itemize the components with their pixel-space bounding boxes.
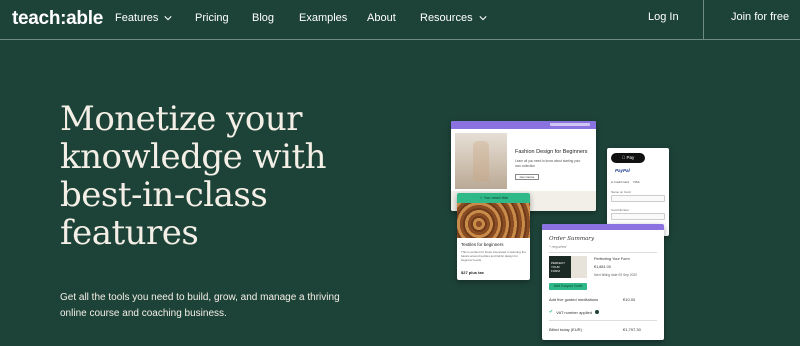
apple-pay-button[interactable]:  Pay <box>611 153 645 163</box>
billed-label: Billed today (EUR) <box>549 327 582 332</box>
fabric-rolls-image <box>457 203 530 238</box>
vat-row: ✔ VAT number applied <box>549 309 600 315</box>
banner-label: You need this <box>483 195 508 200</box>
nav-item-label: Examples <box>299 12 348 24</box>
apple-icon:  <box>622 155 625 160</box>
thumbnail-text: PERFECT YOUR FORM <box>549 256 571 278</box>
nav-item-blog[interactable]: Blog <box>252 12 274 24</box>
login-link[interactable]: Log In <box>648 11 679 23</box>
order-summary-title: Order Summary <box>549 236 595 242</box>
hero-subtitle-line: online course and coaching business. <box>60 308 227 319</box>
order-item-name: Perfecting Your Form <box>594 257 630 261</box>
name-on-card-field[interactable] <box>611 195 665 202</box>
card-brands: VISA <box>632 180 640 184</box>
nav-item-label: Blog <box>252 12 275 24</box>
top-nav: teach:able Features Pricing Blog Example… <box>0 0 800 40</box>
course-description: Learn all you need to know about startin… <box>515 159 581 168</box>
nav-item-label: Resources <box>420 12 473 24</box>
field-label: Card Number <box>611 208 630 212</box>
hero-title-line: Monetize your <box>60 99 303 139</box>
order-summary-mockup: Order Summary * required PERFECT YOUR FO… <box>542 224 664 340</box>
product-price: $27 plus tax <box>461 270 484 275</box>
order-item-price: €1,881.00 <box>594 265 611 269</box>
credit-card-option[interactable]: ● Credit Card VISA <box>611 180 640 184</box>
nav-item-examples[interactable]: Examples <box>299 12 347 24</box>
nav-item-label: Pricing <box>195 12 229 24</box>
addon-label: Add five guided meditations <box>549 297 599 302</box>
card-number-field[interactable] <box>611 213 665 220</box>
course-photo <box>455 133 507 189</box>
hero-title-line: best-in-class <box>60 175 268 215</box>
hero-title: Monetize your knowledge with best-in-cla… <box>60 100 380 252</box>
addon-price: €10.00 <box>623 297 636 302</box>
mockup-topbar <box>542 224 664 230</box>
mockup-topbar <box>451 121 596 129</box>
nav-item-about[interactable]: About <box>367 12 396 24</box>
required-note: * required <box>549 244 567 249</box>
nav-item-label: Features <box>115 12 159 24</box>
teachable-logo[interactable]: teach:able <box>12 8 103 30</box>
hero-subtitle-line: Get all the tools you need to build, gro… <box>60 292 340 303</box>
star-icon: ☆ <box>479 195 483 200</box>
nav-item-label: About <box>367 12 396 24</box>
field-label: Name on Card <box>611 190 631 194</box>
chevron-down-icon <box>478 16 487 21</box>
hero-subtitle: Get all the tools you need to build, gro… <box>60 290 360 322</box>
radio-icon: ● <box>611 180 613 184</box>
payment-methods-mockup:  Pay PayPal ● Credit Card VISA Name on … <box>607 148 669 236</box>
divider <box>549 252 657 253</box>
billed-value: €1,797.30 <box>623 327 641 332</box>
product-card-mockup: ☆ You need this Textiles for beginners T… <box>457 193 530 280</box>
divider <box>549 320 657 321</box>
hero-title-line: knowledge with <box>60 137 327 177</box>
paypal-option[interactable]: PayPal <box>615 168 630 173</box>
hero-title-line: features <box>60 213 199 253</box>
nav-item-pricing[interactable]: Pricing <box>195 12 229 24</box>
course-title: Fashion Design for Beginners <box>515 149 588 155</box>
nav-divider <box>703 0 704 40</box>
nav-item-features[interactable]: Features <box>115 12 173 24</box>
chevron-down-icon <box>164 16 173 21</box>
dress-form-image <box>473 141 489 181</box>
product-title: Textiles for beginners <box>461 242 504 247</box>
add-coupon-button[interactable]: Add Coupon Code <box>549 283 587 290</box>
apple-pay-label: Pay <box>624 155 634 160</box>
credit-card-label: Credit Card <box>613 180 629 184</box>
info-icon[interactable] <box>595 310 600 314</box>
product-description: This is perfect for those interested in … <box>461 250 526 262</box>
vat-label: VAT number applied <box>556 309 593 315</box>
product-thumbnail: PERFECT YOUR FORM <box>549 256 587 278</box>
get-course-button[interactable]: Get course <box>515 174 539 180</box>
next-billing-date: Next billing date 09 Sep 2020 <box>594 273 638 277</box>
join-button[interactable]: Join for free <box>731 11 789 23</box>
product-banner: ☆ You need this <box>457 193 530 203</box>
check-icon: ✔ <box>549 309 554 315</box>
nav-item-resources[interactable]: Resources <box>420 12 487 24</box>
